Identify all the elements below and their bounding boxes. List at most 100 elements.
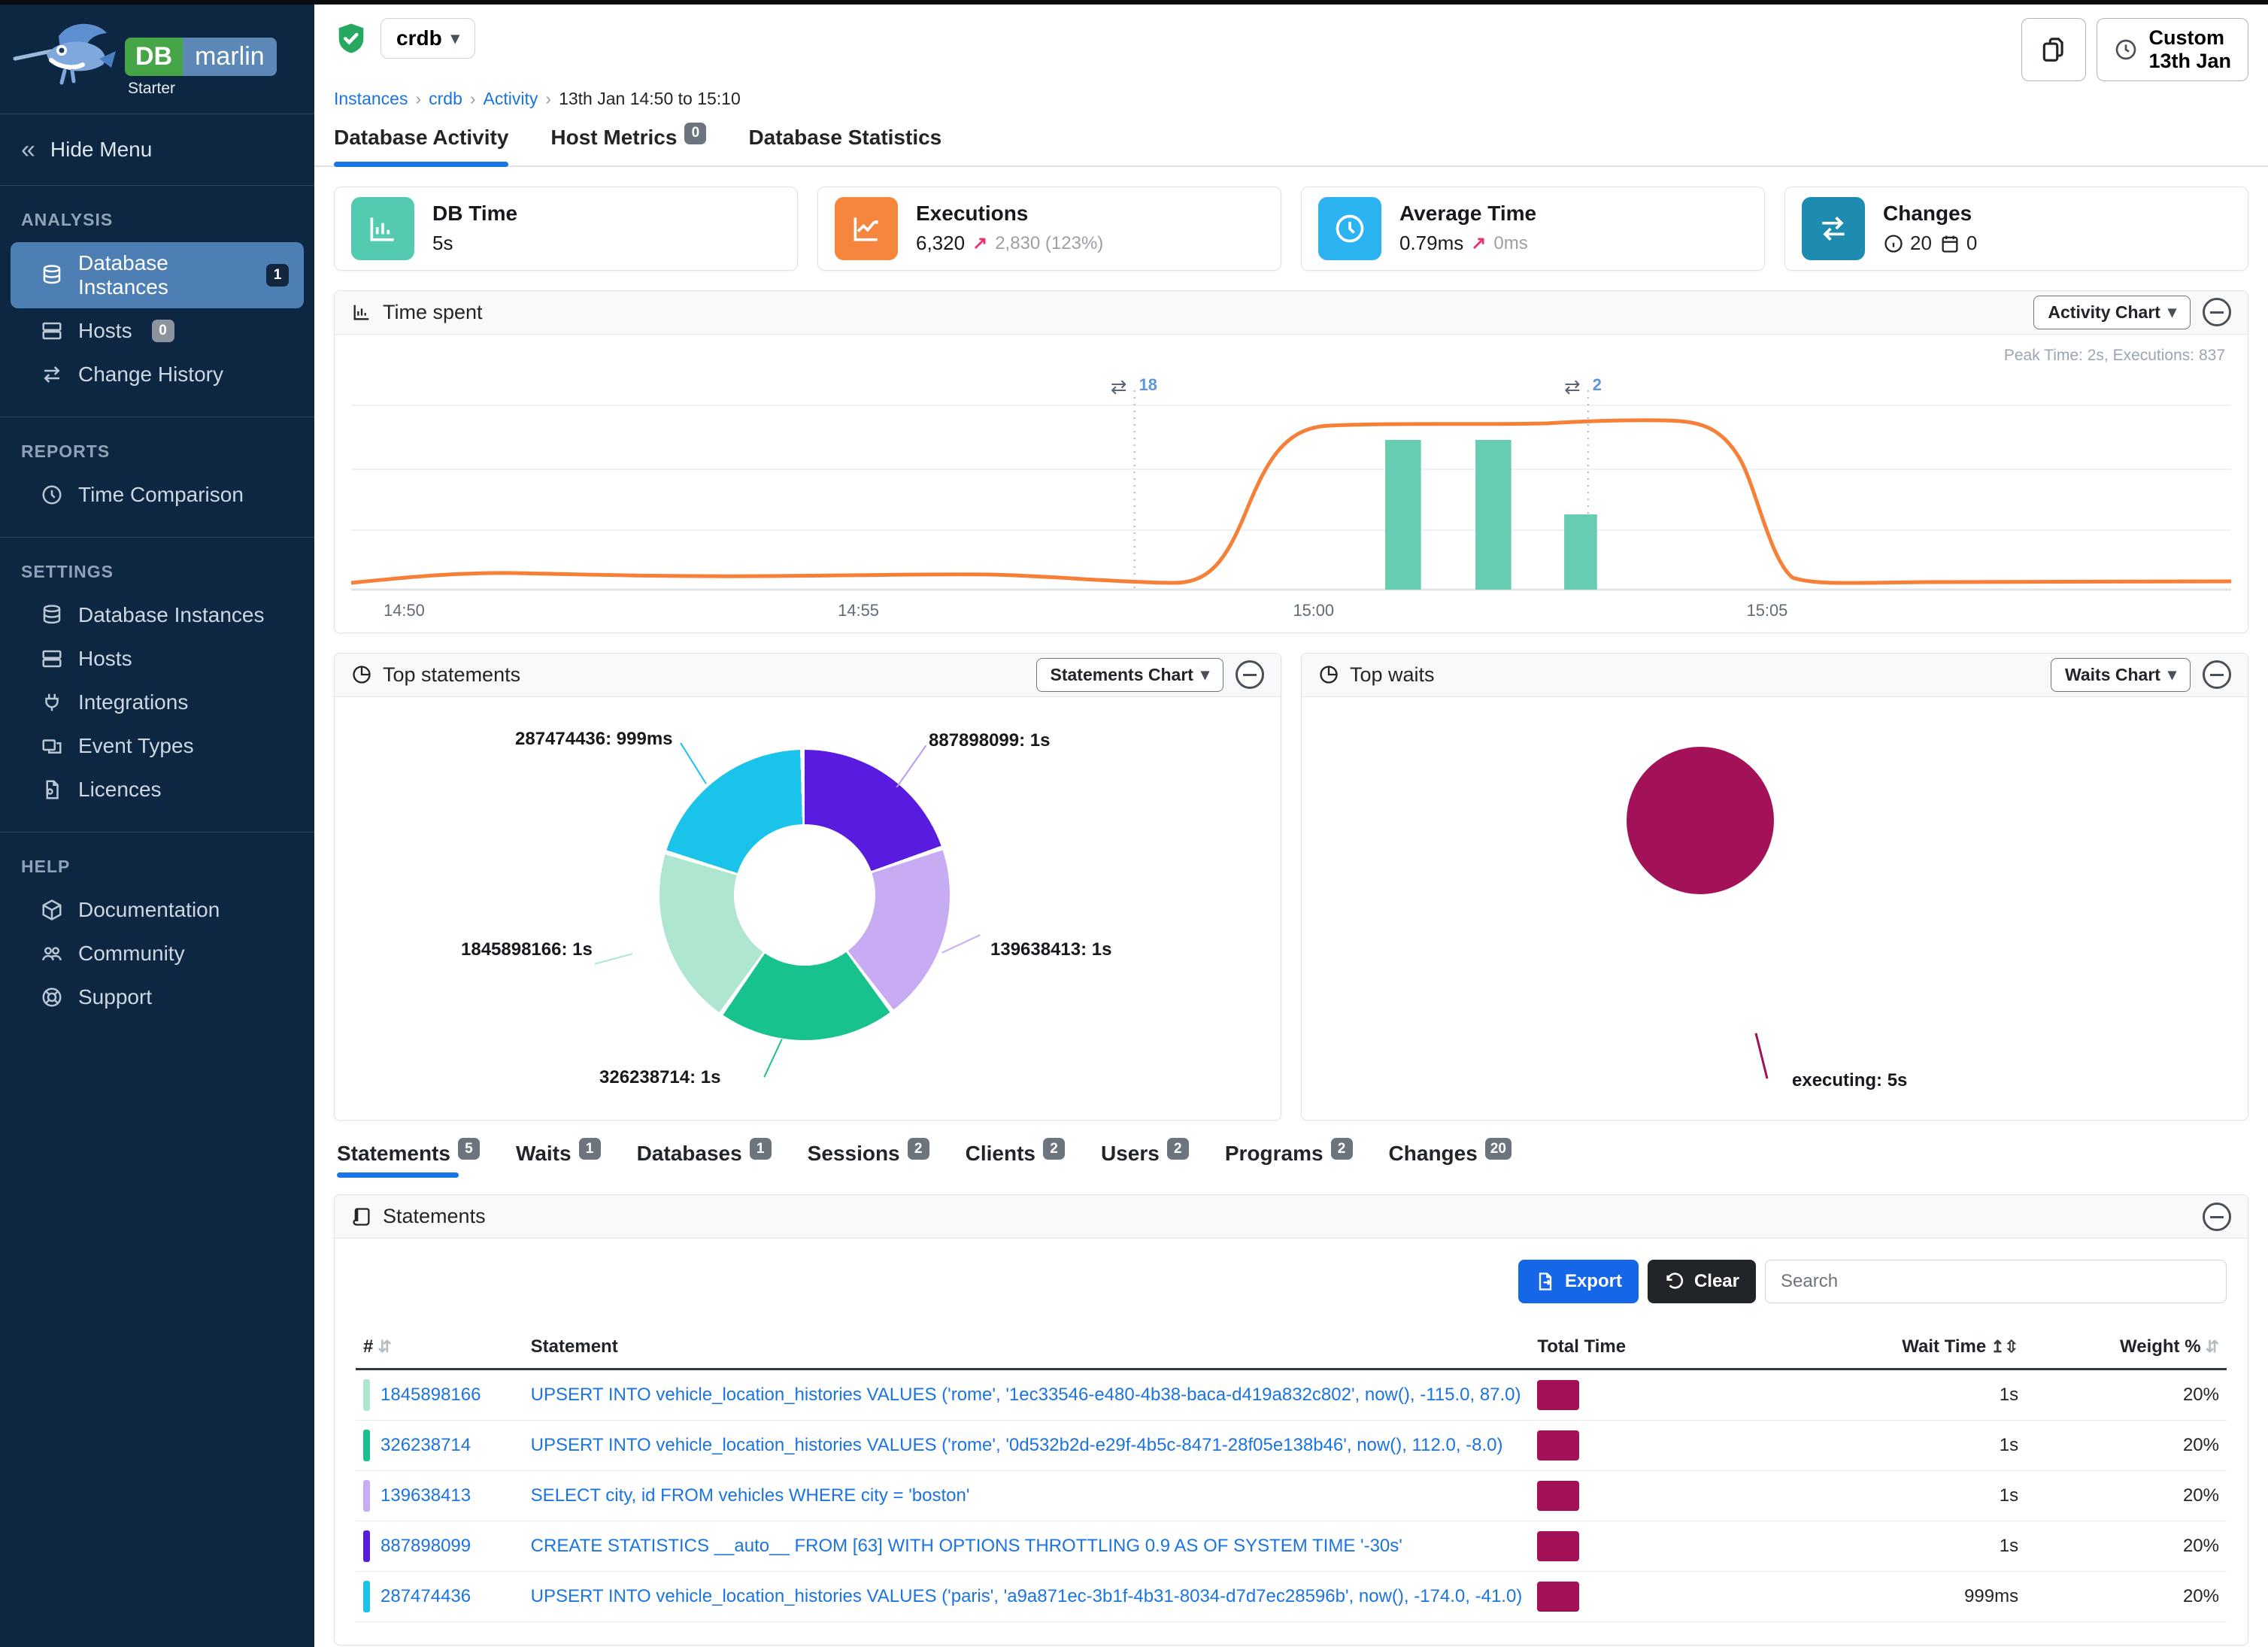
statement-text-link[interactable]: UPSERT INTO vehicle_location_histories V… [531, 1385, 1521, 1405]
sort-icon-active[interactable]: ↥⇳ [1991, 1337, 2018, 1356]
wait-time-cell: 1s [1745, 1369, 2026, 1421]
sidebar-item-time-comparison[interactable]: Time Comparison [11, 474, 304, 516]
exchange-arrows-icon [1802, 197, 1865, 260]
tab-sessions[interactable]: Sessions2 [808, 1142, 929, 1178]
col-header-statement[interactable]: Statement [523, 1326, 1530, 1369]
slice-label[interactable]: 139638413: 1s [990, 939, 1111, 960]
sort-icon[interactable]: ⇵ [377, 1337, 391, 1356]
slice-label[interactable]: executing: 5s [1792, 1070, 1907, 1091]
tab-database-statistics[interactable]: Database Statistics [748, 126, 941, 165]
statements-donut[interactable] [659, 750, 950, 1040]
statement-text-link[interactable]: UPSERT INTO vehicle_location_histories V… [531, 1435, 1503, 1455]
sidebar-item-change-history[interactable]: Change History [11, 353, 304, 396]
statements-panel: Statements Export Clear [334, 1194, 2248, 1645]
slice-label[interactable]: 287474436: 999ms [515, 729, 673, 750]
nav-section-title: ANALYSIS [0, 205, 314, 241]
change-marker-icon[interactable]: ⇄ [1111, 376, 1127, 397]
sidebar-item-settings-database-instances[interactable]: Database Instances [11, 594, 304, 636]
time-range-button[interactable]: Custom13th Jan [2097, 18, 2248, 81]
kpi-value: 6,320 [916, 232, 965, 255]
activity-chart-select[interactable]: Activity Chart▾ [2033, 296, 2191, 329]
calendar-icon [1939, 233, 1960, 254]
collapse-panel-button[interactable] [2203, 1203, 2231, 1231]
kpi-title: DB Time [432, 202, 517, 226]
sidebar-item-hosts[interactable]: Hosts 0 [11, 310, 304, 352]
hide-menu-button[interactable]: « Hide Menu [0, 114, 314, 186]
table-row: 887898099 CREATE STATISTICS __auto__ FRO… [356, 1521, 2227, 1572]
copy-link-button[interactable] [2021, 18, 2086, 81]
waits-donut[interactable] [1627, 747, 1774, 894]
waits-chart-select[interactable]: Waits Chart▾ [2051, 658, 2191, 692]
slice-label[interactable]: 326238714: 1s [599, 1067, 720, 1088]
tab-database-activity[interactable]: Database Activity [334, 126, 508, 165]
statement-id-link[interactable]: 139638413 [381, 1485, 471, 1506]
tab-databases[interactable]: Databases1 [637, 1142, 772, 1178]
tab-changes[interactable]: Changes20 [1389, 1142, 1511, 1178]
tab-users[interactable]: Users2 [1101, 1142, 1189, 1178]
statement-id-link[interactable]: 287474436 [381, 1586, 471, 1607]
tab-host-metrics[interactable]: Host Metrics0 [550, 126, 706, 165]
waits-donut-chart[interactable]: executing: 5s [1302, 697, 2248, 1120]
tab-statements[interactable]: Statements5 [337, 1142, 480, 1178]
line-chart-icon [835, 197, 898, 260]
breadcrumb-instances[interactable]: Instances [334, 89, 408, 109]
time-range-date: 13th Jan [2148, 50, 2231, 72]
slice-label[interactable]: 887898099: 1s [929, 730, 1050, 751]
tab-waits[interactable]: Waits1 [516, 1142, 601, 1178]
top-waits-panel: Top waits Waits Chart▾ executing: 5s [1301, 653, 2248, 1121]
sidebar-item-database-instances[interactable]: Database Instances 1 [11, 242, 304, 308]
statements-donut-chart[interactable]: 287474436: 999ms 887898099: 1s 139638413… [335, 697, 1281, 1120]
statement-id-link[interactable]: 326238714 [381, 1435, 471, 1456]
change-marker-icon[interactable]: ⇄ [1564, 376, 1581, 397]
export-button[interactable]: Export [1518, 1260, 1639, 1303]
kpi-value: 5s [432, 232, 517, 255]
statement-text-link[interactable]: UPSERT INTO vehicle_location_histories V… [531, 1586, 1523, 1606]
statement-id-link[interactable]: 887898099 [381, 1536, 471, 1557]
sidebar: DBmarlin Starter « Hide Menu ANALYSIS Da… [0, 0, 314, 1647]
statement-text-link[interactable]: SELECT city, id FROM vehicles WHERE city… [531, 1485, 970, 1506]
collapse-panel-button[interactable] [2203, 660, 2231, 689]
tab-clients[interactable]: Clients2 [966, 1142, 1065, 1178]
statements-chart-select[interactable]: Statements Chart▾ [1036, 658, 1223, 692]
sidebar-item-integrations[interactable]: Integrations [11, 681, 304, 723]
licence-document-icon [41, 778, 63, 801]
time-spent-chart[interactable]: Peak Time: 2s, Executions: 837 ⇄ 18 ⇄ 2 [335, 335, 2248, 632]
instance-selector[interactable]: crdb ▾ [381, 18, 475, 59]
sidebar-item-licences[interactable]: Licences [11, 769, 304, 811]
breadcrumb-crdb[interactable]: crdb [429, 89, 462, 109]
collapse-panel-button[interactable] [1236, 660, 1264, 689]
copy-icon [2039, 35, 2068, 64]
sidebar-item-event-types[interactable]: Event Types [11, 725, 304, 767]
sidebar-item-label: Integrations [78, 690, 188, 714]
kpi-delta: 2,830 (123%) [995, 233, 1103, 254]
col-header-weight[interactable]: Weight %⇵ [2026, 1326, 2227, 1369]
sort-icon[interactable]: ⇵ [2206, 1337, 2219, 1356]
brand-wordmark[interactable]: DBmarlin [125, 38, 277, 76]
clear-button[interactable]: Clear [1648, 1260, 1756, 1303]
clock-icon [2114, 38, 2138, 62]
activity-chart-svg: ⇄ 18 ⇄ 2 14:50 14:55 15:00 15:05 [351, 345, 2231, 625]
sidebar-item-support[interactable]: Support [11, 976, 304, 1018]
sidebar-item-community[interactable]: Community [11, 933, 304, 975]
sidebar-item-documentation[interactable]: Documentation [11, 889, 304, 931]
total-time-bar [1537, 1582, 1579, 1612]
sidebar-item-settings-hosts[interactable]: Hosts [11, 638, 304, 680]
nav-section-settings: SETTINGS Database Instances Hosts Integr… [0, 537, 314, 817]
clock-icon [1318, 197, 1381, 260]
breadcrumb-time-range: 13th Jan 14:50 to 15:10 [559, 89, 741, 109]
col-header-wait-time[interactable]: Wait Time↥⇳ [1745, 1326, 2026, 1369]
col-header-total-time[interactable]: Total Time [1530, 1326, 1745, 1369]
statement-color-chip [363, 1530, 370, 1562]
box-icon [41, 899, 63, 921]
slice-label[interactable]: 1845898166: 1s [461, 939, 593, 960]
tab-programs[interactable]: Programs2 [1225, 1142, 1353, 1178]
col-header-id[interactable]: #⇵ [356, 1326, 523, 1369]
marlin-logo-icon [12, 17, 122, 89]
collapse-panel-button[interactable] [2203, 298, 2231, 326]
statement-id-link[interactable]: 1845898166 [381, 1385, 481, 1406]
kpi-delta: 0ms [1493, 233, 1527, 254]
breadcrumb-activity[interactable]: Activity [484, 89, 538, 109]
statement-text-link[interactable]: CREATE STATISTICS __auto__ FROM [63] WIT… [531, 1536, 1402, 1556]
search-input[interactable] [1765, 1260, 2227, 1303]
kpi-title: Changes [1883, 202, 1977, 226]
